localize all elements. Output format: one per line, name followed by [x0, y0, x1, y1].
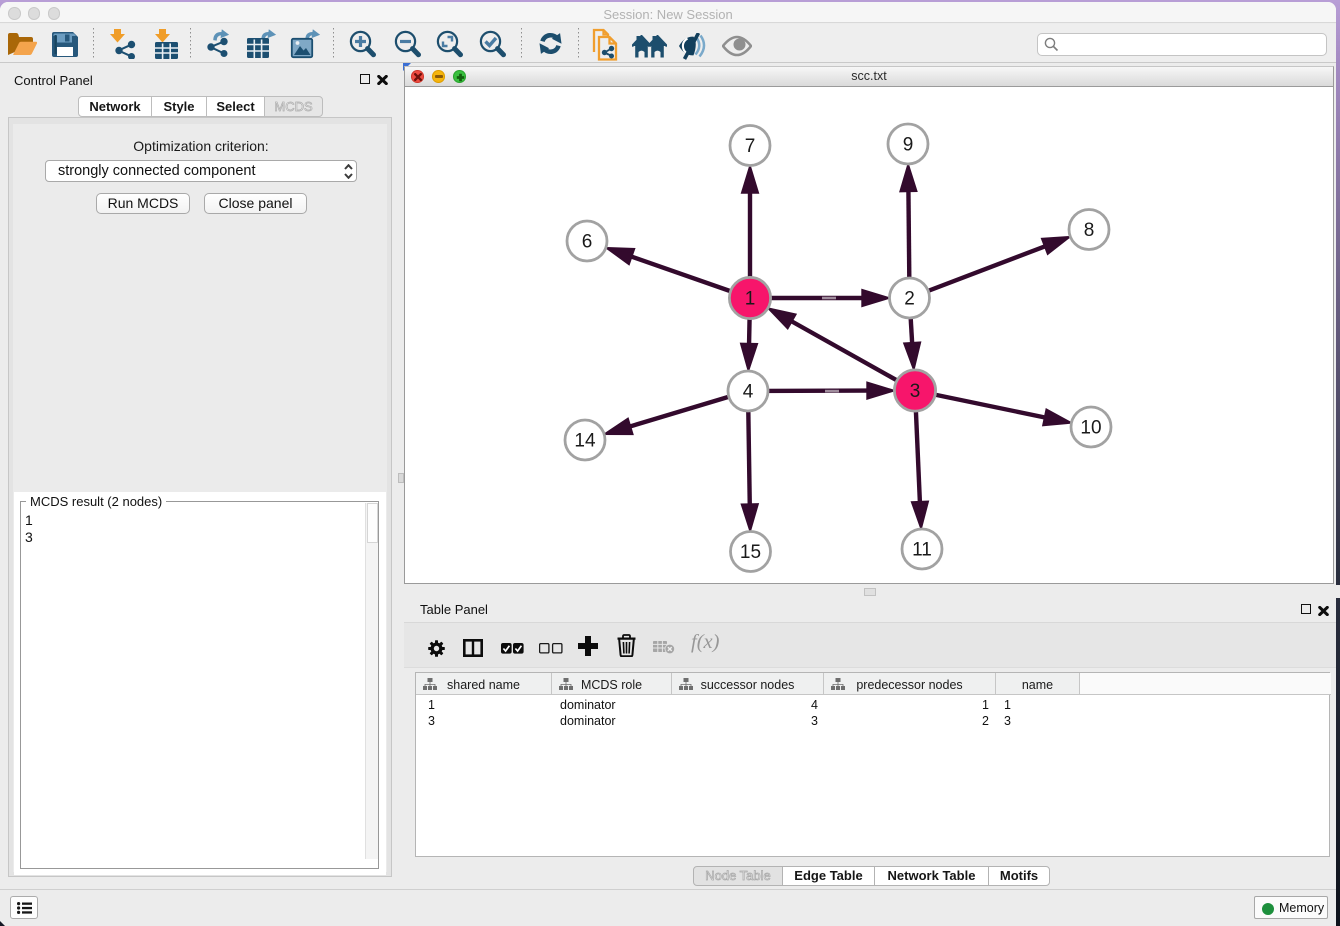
svg-text:1: 1 [745, 289, 756, 310]
svg-text:14: 14 [574, 431, 596, 452]
svg-text:3: 3 [910, 381, 921, 402]
svg-text:15: 15 [740, 542, 761, 563]
svg-text:7: 7 [745, 136, 756, 157]
svg-text:9: 9 [903, 135, 914, 156]
svg-text:2: 2 [904, 289, 915, 310]
svg-text:4: 4 [743, 382, 754, 403]
svg-text:10: 10 [1080, 418, 1101, 439]
svg-text:11: 11 [912, 540, 932, 561]
svg-text:8: 8 [1084, 220, 1095, 241]
svg-text:6: 6 [582, 232, 593, 253]
